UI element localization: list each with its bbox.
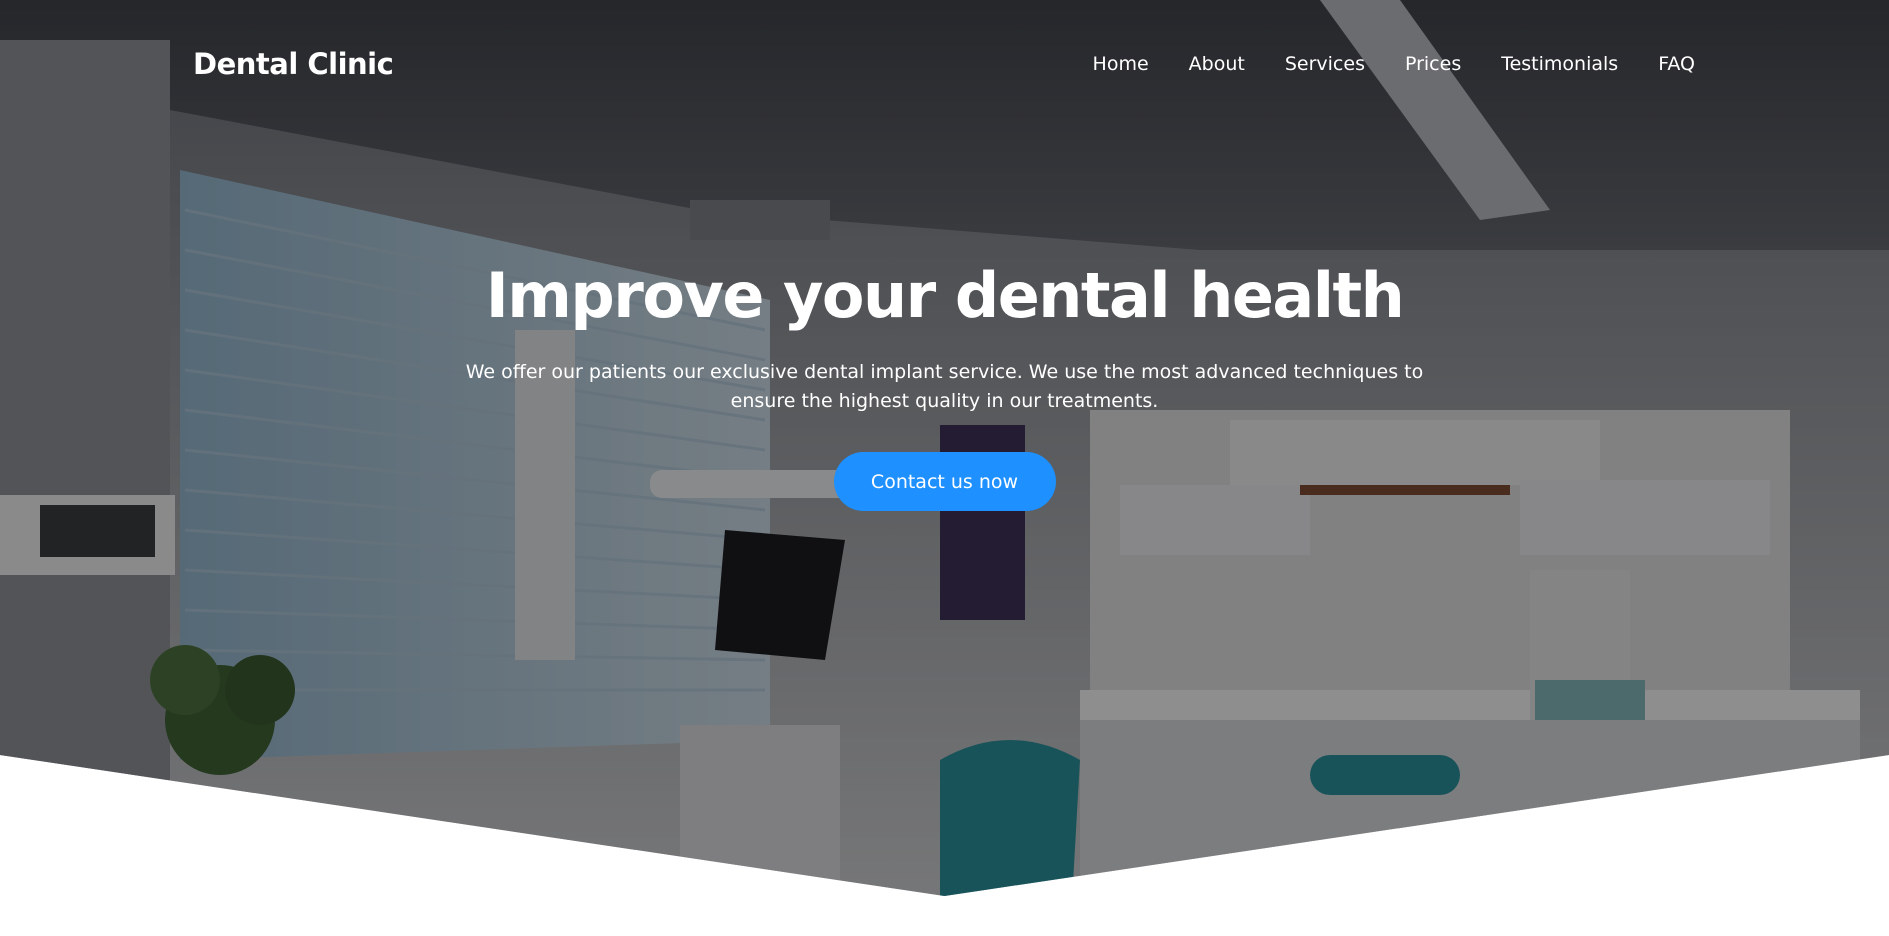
hero-section: Dental Clinic Home About Services Prices…	[0, 0, 1889, 896]
nav-item-services[interactable]: Services	[1285, 53, 1365, 75]
nav-item-home[interactable]: Home	[1093, 53, 1149, 75]
top-navigation: Dental Clinic Home About Services Prices…	[193, 44, 1695, 84]
contact-us-button[interactable]: Contact us now	[833, 452, 1056, 511]
nav-item-about[interactable]: About	[1189, 53, 1245, 75]
hero-headline: Improve your dental health	[485, 259, 1405, 332]
nav-item-testimonials[interactable]: Testimonials	[1501, 53, 1618, 75]
brand-logo[interactable]: Dental Clinic	[193, 47, 394, 81]
nav-menu: Home About Services Prices Testimonials …	[1093, 53, 1695, 75]
nav-item-faq[interactable]: FAQ	[1658, 53, 1695, 75]
hero-content: Improve your dental health We offer our …	[0, 256, 1889, 511]
hero-subtext: We offer our patients our exclusive dent…	[465, 361, 1424, 412]
nav-item-prices[interactable]: Prices	[1405, 53, 1461, 75]
